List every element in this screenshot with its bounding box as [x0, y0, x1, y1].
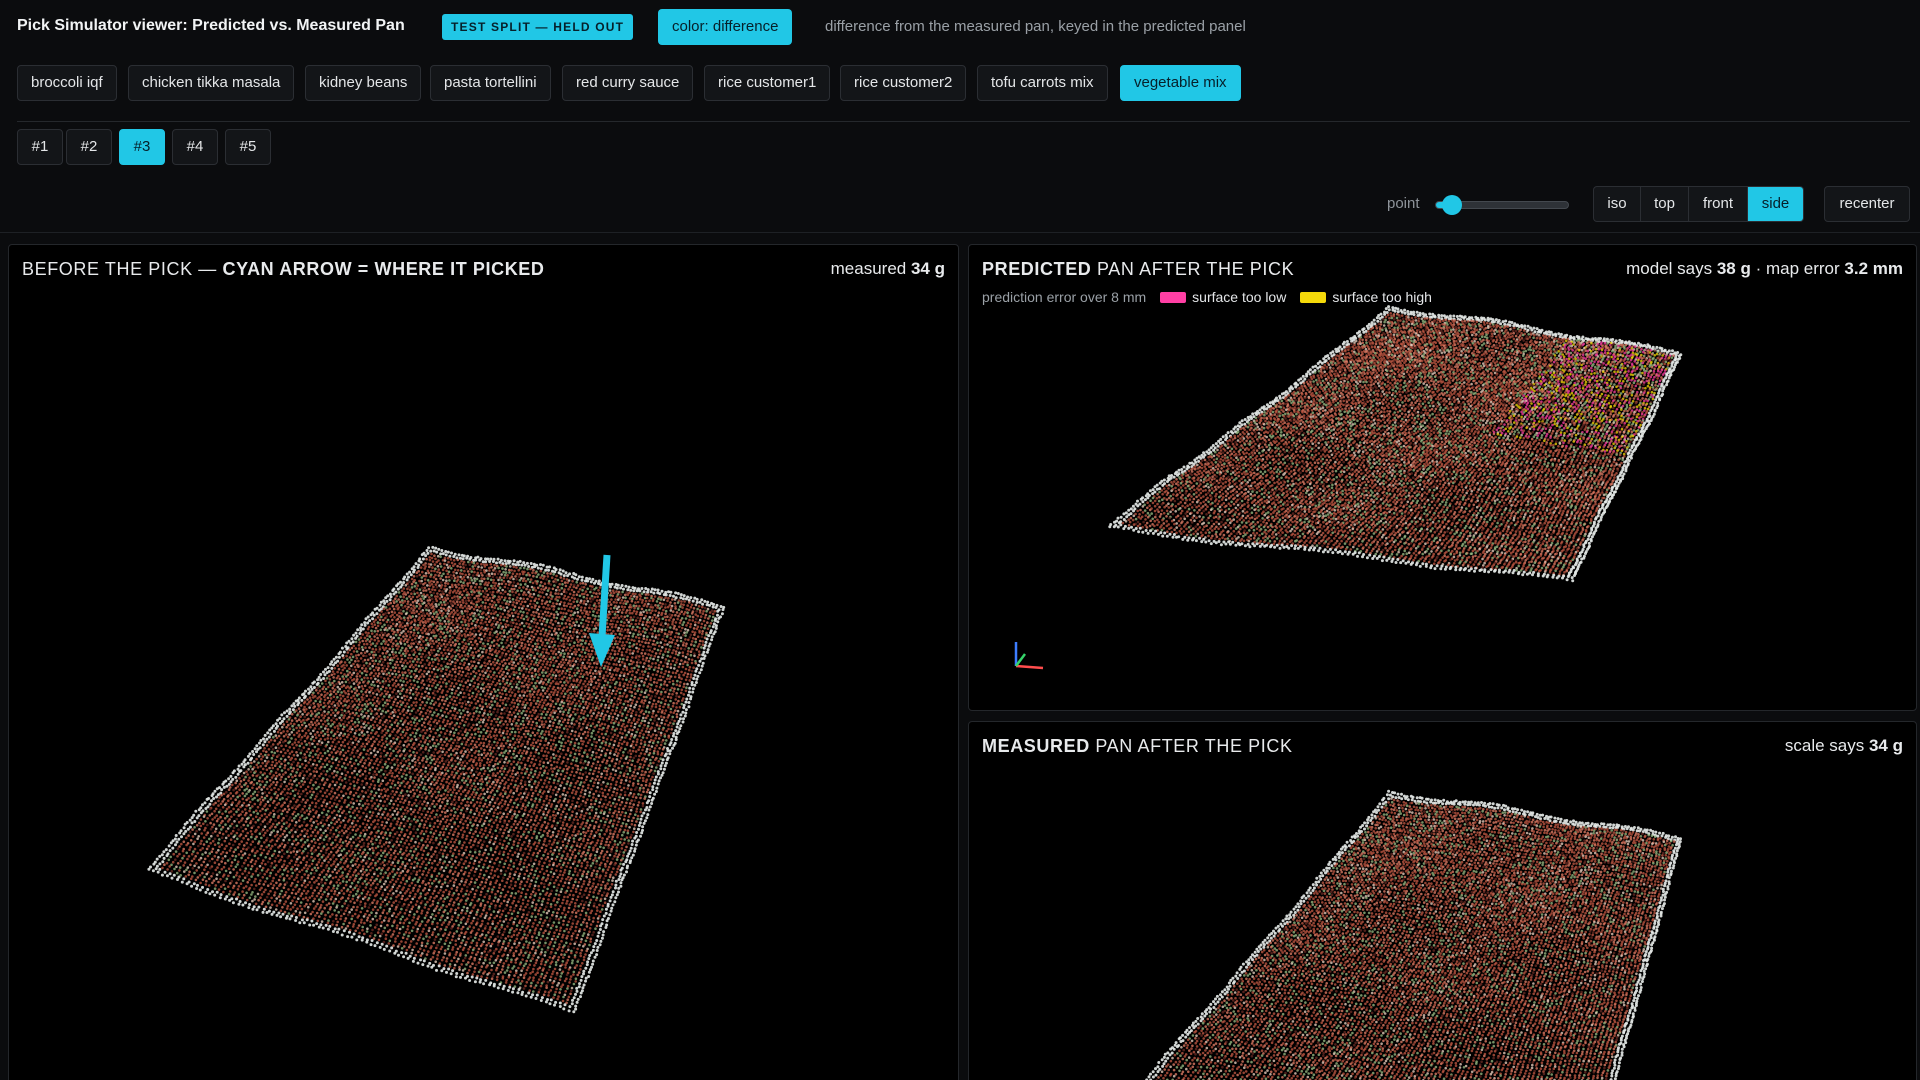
predicted-stats-prefix: model says	[1626, 259, 1717, 278]
before-pick-title: BEFORE THE PICK — CYAN ARROW = WHERE IT …	[22, 259, 545, 280]
before-pick-measured-value: 34 g	[911, 259, 945, 278]
pick-button-3[interactable]: #3	[119, 129, 165, 165]
product-chip-rice-customer2[interactable]: rice customer2	[840, 65, 967, 101]
measured-scale-value: 34 g	[1869, 736, 1903, 755]
product-chip-kidney-beans[interactable]: kidney beans	[305, 65, 422, 101]
pick-arrow-shaft	[598, 554, 611, 638]
page-title: Pick Simulator viewer: Predicted vs. Mea…	[17, 17, 405, 35]
split-badge: TEST SPLIT — HELD OUT	[442, 14, 634, 40]
legend-swatch-low	[1160, 291, 1187, 303]
legend-low-label: surface too low	[1192, 289, 1286, 305]
predicted-point-cloud[interactable]	[969, 245, 1917, 711]
product-chip-chicken-tikka-masala[interactable]: chicken tikka masala	[128, 65, 295, 101]
predicted-title-normal: PAN AFTER THE PICK	[1091, 259, 1294, 279]
divider	[17, 121, 1910, 122]
product-chip-vegetable-mix[interactable]: vegetable mix	[1120, 65, 1241, 101]
predicted-stats-mid: · map error	[1751, 259, 1845, 278]
before-pick-panel: BEFORE THE PICK — CYAN ARROW = WHERE IT …	[8, 244, 959, 1080]
axes-gizmo-icon	[1014, 642, 1044, 670]
pick-button-4[interactable]: #4	[172, 129, 218, 165]
measured-title-bold: MEASURED	[982, 736, 1090, 756]
recenter-button[interactable]: recenter	[1824, 186, 1910, 222]
view-iso-button[interactable]: iso	[1594, 187, 1641, 221]
pick-button-2[interactable]: #2	[66, 129, 112, 165]
product-chip-pasta-tortellini[interactable]: pasta tortellini	[430, 65, 551, 101]
predicted-map-error: 3.2 mm	[1844, 259, 1903, 278]
product-chip-rice-customer1[interactable]: rice customer1	[704, 65, 831, 101]
color-mode-description: difference from the measured pan, keyed …	[825, 18, 1246, 35]
legend-swatch-high	[1300, 291, 1327, 303]
before-pick-title-bold: CYAN ARROW = WHERE IT PICKED	[223, 259, 545, 279]
legend-caption: prediction error over 8 mm	[982, 289, 1146, 305]
error-legend: prediction error over 8 mm surface too l…	[982, 289, 1432, 305]
measured-panel: MEASURED PAN AFTER THE PICK scale says 3…	[968, 721, 1917, 1080]
before-pick-measured-prefix: measured	[831, 259, 911, 278]
color-mode-button[interactable]: color: difference	[658, 9, 793, 45]
product-chip-red-curry-sauce[interactable]: red curry sauce	[562, 65, 694, 101]
measured-scale-prefix: scale says	[1785, 736, 1869, 755]
product-chip-broccoli-iqf[interactable]: broccoli iqf	[17, 65, 117, 101]
measured-point-cloud[interactable]	[969, 722, 1917, 1080]
view-side-button[interactable]: side	[1748, 187, 1803, 221]
before-pick-point-cloud[interactable]	[9, 245, 959, 1080]
product-chip-tofu-carrots-mix[interactable]: tofu carrots mix	[977, 65, 1108, 101]
measured-title-normal: PAN AFTER THE PICK	[1090, 736, 1293, 756]
point-size-slider-thumb[interactable]	[1442, 195, 1462, 215]
point-size-label: point	[1387, 195, 1420, 212]
predicted-stats: model says 38 g · map error 3.2 mm	[1626, 259, 1903, 279]
measured-title: MEASURED PAN AFTER THE PICK	[982, 736, 1293, 757]
legend-high-label: surface too high	[1332, 289, 1432, 305]
measured-scale: scale says 34 g	[1785, 736, 1903, 756]
pick-button-1[interactable]: #1	[17, 129, 63, 165]
predicted-panel: PREDICTED PAN AFTER THE PICK model says …	[968, 244, 1917, 711]
header-divider	[0, 232, 1920, 233]
predicted-weight: 38 g	[1717, 259, 1751, 278]
view-top-button[interactable]: top	[1641, 187, 1689, 221]
view-mode-group: iso top front side	[1593, 186, 1804, 222]
before-pick-measured: measured 34 g	[831, 259, 945, 279]
predicted-title: PREDICTED PAN AFTER THE PICK	[982, 259, 1294, 280]
before-pick-title-normal: BEFORE THE PICK —	[22, 259, 223, 279]
pick-button-5[interactable]: #5	[225, 129, 271, 165]
view-front-button[interactable]: front	[1689, 187, 1748, 221]
predicted-title-bold: PREDICTED	[982, 259, 1091, 279]
